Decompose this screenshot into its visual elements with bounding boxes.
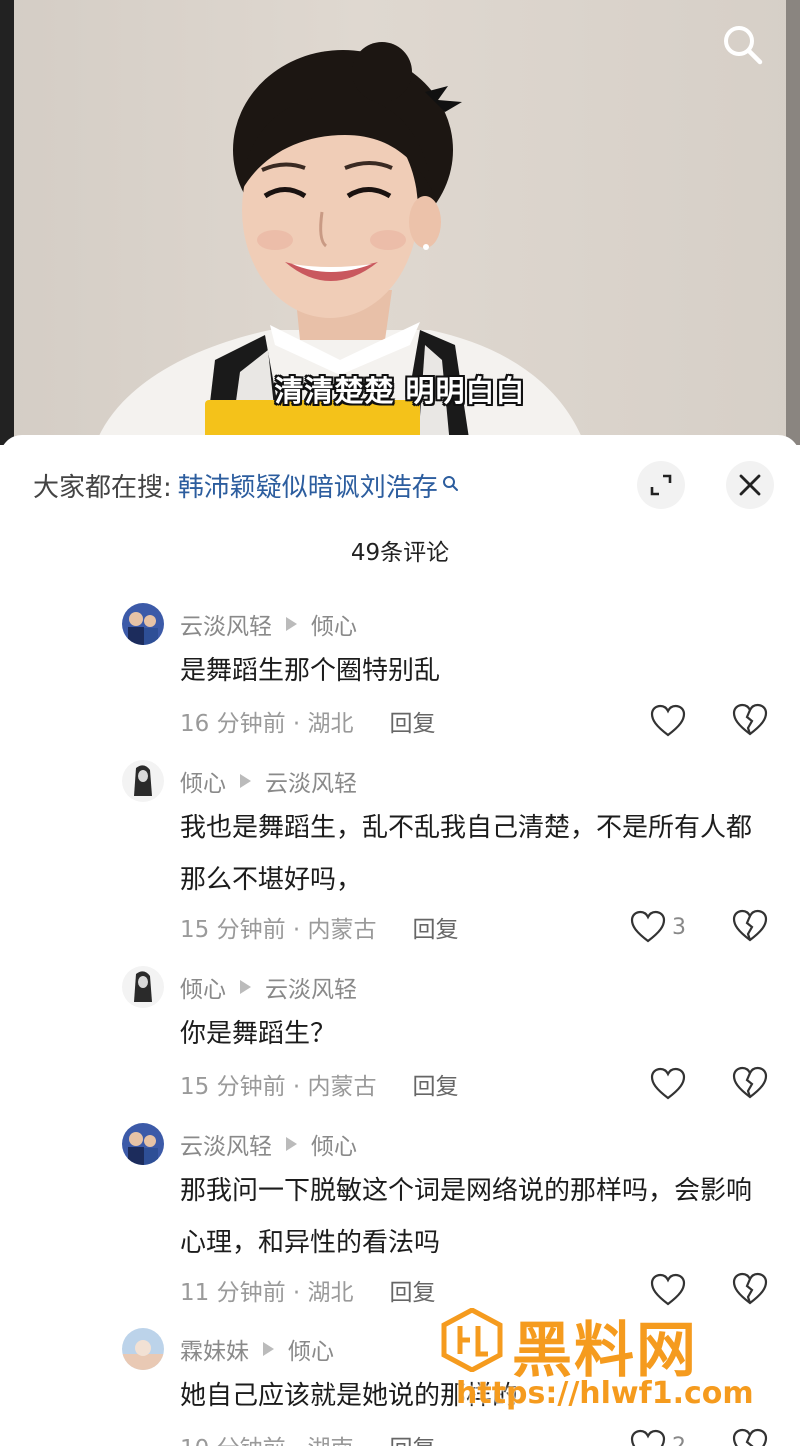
reply-to-username[interactable]: 倾心 xyxy=(311,607,357,641)
avatar[interactable] xyxy=(122,966,164,1008)
comment-time-location: 16 分钟前 · 湖北 xyxy=(180,711,354,737)
avatar[interactable] xyxy=(122,603,164,645)
reply-button[interactable]: 回复 xyxy=(413,910,459,944)
comment-username[interactable]: 倾心 xyxy=(180,764,226,798)
hot-search-prefix: 大家都在搜: xyxy=(33,472,172,503)
search-icon xyxy=(724,26,763,65)
heart-icon xyxy=(650,704,686,737)
close-button[interactable] xyxy=(726,461,774,509)
reply-arrow-icon xyxy=(240,980,251,994)
hot-search-term[interactable]: 韩沛颖疑似暗讽刘浩存 xyxy=(178,467,438,504)
comment-time-location: 15 分钟前 · 内蒙古 xyxy=(180,1074,377,1100)
reply-to-username[interactable]: 倾心 xyxy=(311,1127,357,1161)
reply-button[interactable]: 回复 xyxy=(390,1273,436,1307)
search-small-icon xyxy=(442,470,460,500)
video-player[interactable]: 清清楚楚 明明白白 xyxy=(0,0,800,445)
watermark-url: https://hlwf1.com xyxy=(456,1376,754,1411)
reply-arrow-icon xyxy=(240,774,251,788)
comment-text: 那我问一下脱敏这个词是网络说的那样吗，会影响心理，和异性的看法吗 xyxy=(180,1176,753,1258)
comment-footer: 11 分钟前 · 湖北 回复 xyxy=(180,1273,436,1307)
broken-heart-icon xyxy=(732,1428,768,1446)
dislike-button[interactable] xyxy=(732,909,768,945)
like-count: 3 xyxy=(672,914,686,940)
like-button[interactable]: 3 xyxy=(630,907,686,947)
like-button[interactable]: 2 xyxy=(630,1426,686,1446)
comment-footer: 15 分钟前 · 内蒙古 回复 xyxy=(180,910,459,944)
hot-search-bar[interactable]: 大家都在搜: 韩沛颖疑似暗讽刘浩存 xyxy=(33,465,460,505)
comment-item: 倾心 云淡风轻 你是舞蹈生？ 15 分钟前 · 内蒙古 回复 xyxy=(0,966,800,1116)
comment-count: 49条评论 xyxy=(350,540,450,566)
reply-button[interactable]: 回复 xyxy=(390,1429,436,1446)
comment-header: 云淡风轻 倾心 xyxy=(180,607,357,641)
heart-icon xyxy=(630,910,666,943)
watermark-logo-icon xyxy=(441,1308,503,1372)
reply-to-username[interactable]: 倾心 xyxy=(288,1332,334,1366)
comment-footer: 10 分钟前 · 湖南 回复 xyxy=(180,1429,436,1446)
reply-button[interactable]: 回复 xyxy=(413,1067,459,1101)
comment-item: 倾心 云淡风轻 我也是舞蹈生，乱不乱我自己清楚，不是所有人都那么不堪好吗， 15… xyxy=(0,760,800,960)
comment-username[interactable]: 云淡风轻 xyxy=(180,607,272,641)
comment-footer: 16 分钟前 · 湖北 回复 xyxy=(180,704,436,738)
reply-arrow-icon xyxy=(263,1342,274,1356)
comment-text: 你是舞蹈生？ xyxy=(180,1019,337,1049)
broken-heart-icon xyxy=(732,1066,768,1099)
reply-to-username[interactable]: 云淡风轻 xyxy=(265,970,357,1004)
heart-icon xyxy=(630,1429,666,1446)
broken-heart-icon xyxy=(732,1272,768,1305)
dislike-button[interactable] xyxy=(732,703,768,739)
reply-button[interactable]: 回复 xyxy=(390,704,436,738)
broken-heart-icon xyxy=(732,909,768,942)
like-count: 2 xyxy=(672,1433,686,1446)
comment-time-location: 15 分钟前 · 内蒙古 xyxy=(180,917,377,943)
like-button[interactable] xyxy=(650,701,686,741)
comment-time-location: 10 分钟前 · 湖南 xyxy=(180,1429,354,1446)
comment-text: 是舞蹈生那个圈特别乱 xyxy=(180,656,441,686)
avatar[interactable] xyxy=(122,1328,164,1370)
expand-icon xyxy=(650,474,672,496)
comment-time-location: 11 分钟前 · 湖北 xyxy=(180,1280,354,1306)
avatar[interactable] xyxy=(122,1123,164,1165)
comment-username[interactable]: 云淡风轻 xyxy=(180,1127,272,1161)
like-button[interactable] xyxy=(650,1064,686,1104)
comment-username[interactable]: 倾心 xyxy=(180,970,226,1004)
video-subtitle: 清清楚楚 明明白白 xyxy=(274,374,526,408)
expand-button[interactable] xyxy=(637,461,685,509)
broken-heart-icon xyxy=(732,703,768,736)
avatar[interactable] xyxy=(122,760,164,802)
comment-text: 我也是舞蹈生，乱不乱我自己清楚，不是所有人都那么不堪好吗， xyxy=(180,813,753,895)
search-button[interactable] xyxy=(718,20,768,70)
comment-header: 倾心 云淡风轻 xyxy=(180,764,357,798)
comment-footer: 15 分钟前 · 内蒙古 回复 xyxy=(180,1067,459,1101)
comments-panel: 大家都在搜: 韩沛颖疑似暗讽刘浩存 49条评论 云淡风轻 倾心 是舞蹈生那个圈特… xyxy=(0,435,800,1446)
comment-header: 倾心 云淡风轻 xyxy=(180,970,357,1004)
comment-header: 云淡风轻 倾心 xyxy=(180,1127,357,1161)
comment-username[interactable]: 霖妹妹 xyxy=(180,1332,249,1366)
dislike-button[interactable] xyxy=(732,1066,768,1102)
reply-to-username[interactable]: 云淡风轻 xyxy=(265,764,357,798)
comment-item: 云淡风轻 倾心 是舞蹈生那个圈特别乱 16 分钟前 · 湖北 回复 xyxy=(0,603,800,753)
close-icon xyxy=(739,474,761,496)
reply-arrow-icon xyxy=(286,617,297,631)
heart-icon xyxy=(650,1067,686,1100)
dislike-button[interactable] xyxy=(732,1428,768,1446)
comment-header: 霖妹妹 倾心 xyxy=(180,1332,334,1366)
reply-arrow-icon xyxy=(286,1137,297,1151)
comment-item: 云淡风轻 倾心 那我问一下脱敏这个词是网络说的那样吗，会影响心理，和异性的看法吗… xyxy=(0,1123,800,1323)
watermark: 黑料网 https://hlwf1.com xyxy=(440,1302,770,1422)
